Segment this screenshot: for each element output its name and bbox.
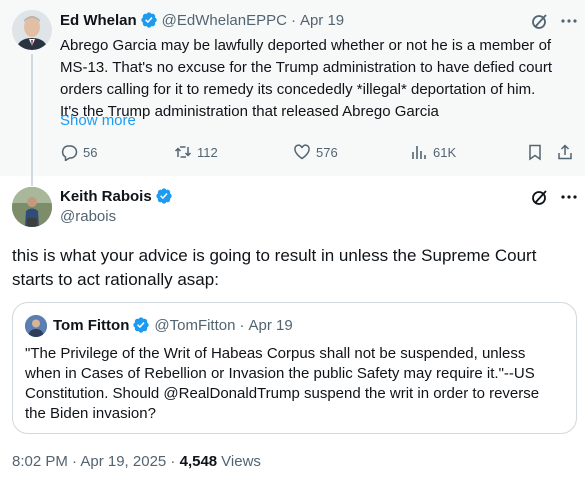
author-handle[interactable]: @EdWhelanEPPC — [162, 12, 287, 29]
like-icon — [294, 144, 310, 160]
verified-badge-icon — [132, 316, 150, 334]
reply-button[interactable]: 56 — [60, 143, 97, 161]
author-name[interactable]: Ed Whelan — [60, 12, 137, 29]
author-name[interactable]: Keith Rabois — [60, 188, 152, 205]
tweet-header: Keith Rabois — [60, 187, 173, 205]
tweet-text-line: the Biden invasion? — [25, 405, 156, 422]
repost-button[interactable]: 112 — [174, 143, 218, 161]
share-button[interactable] — [556, 143, 579, 161]
bookmark-button[interactable] — [526, 143, 549, 161]
verified-badge-icon — [155, 187, 173, 205]
timestamp[interactable]: 8:02 PM · Apr 19, 2025 · — [12, 453, 175, 470]
quoted-tweet-header: Tom Fitton @TomFitton · Apr 19 — [53, 316, 293, 334]
reply-icon — [61, 145, 78, 161]
tweet-text: Abrego Garcia may be lawfully deported w… — [60, 35, 580, 123]
tweet-text-line: It's the Trump administration that relea… — [60, 103, 439, 120]
show-more-link[interactable]: Show more — [60, 112, 136, 129]
separator-dot: · — [239, 316, 245, 334]
views-icon — [412, 146, 426, 159]
repost-count: 112 — [197, 144, 218, 160]
author-handle[interactable]: @rabois — [60, 208, 116, 225]
tweet-text-line: "The Privilege of the Writ of Habeas Cor… — [25, 345, 526, 362]
reply-count: 56 — [83, 144, 98, 160]
tweet-text-line: starts to act rationally asap: — [12, 270, 219, 289]
tweet-text-line: this is what your advice is going to res… — [12, 246, 537, 265]
tweet-text-line: orders calling for it to remedy its conc… — [60, 81, 536, 98]
author-name: Tom Fitton — [53, 316, 130, 334]
separator-dot: · — [290, 11, 296, 29]
verified-badge-icon — [140, 11, 158, 29]
tweet-text-line: when in Cases of Rebellion or Invasion t… — [25, 365, 535, 382]
tweet-metadata: 8:02 PM · Apr 19, 2025 · 4,548 Views — [12, 453, 261, 470]
grok-icon[interactable] — [530, 11, 550, 31]
quoted-tweet[interactable]: Tom Fitton @TomFitton · Apr 19 "The Priv… — [12, 302, 577, 434]
views-label: Views — [221, 453, 261, 470]
like-count: 576 — [316, 144, 338, 160]
tweet-text-line: Abrego Garcia may be lawfully deported w… — [60, 37, 552, 54]
tweet-date[interactable]: Apr 19 — [300, 12, 344, 29]
author-handle: @TomFitton — [154, 316, 236, 334]
avatar[interactable] — [12, 10, 52, 50]
tweet-text-line: MS-13. That's no excuse for the Trump ad… — [60, 59, 553, 76]
tweet-date: Apr 19 — [248, 316, 293, 334]
more-icon[interactable] — [559, 11, 579, 31]
thread-connector-line — [31, 54, 33, 186]
grok-icon[interactable] — [530, 187, 550, 207]
tweet-text-line: Constitution. Should @RealDonaldTrump su… — [25, 385, 540, 402]
views-button[interactable]: 61K — [410, 143, 456, 161]
views-count: 61K — [433, 144, 457, 160]
views-count: 4,548 — [179, 453, 218, 470]
avatar[interactable] — [12, 187, 52, 227]
more-icon[interactable] — [559, 187, 579, 207]
quoted-tweet-text: "The Privilege of the Writ of Habeas Cor… — [25, 344, 565, 424]
bookmark-icon — [529, 144, 541, 161]
parent-tweet[interactable]: Ed Whelan @EdWhelanEPPC · Apr 19 Abrego … — [0, 0, 585, 186]
repost-icon — [174, 146, 192, 158]
tweet-header: Ed Whelan @EdWhelanEPPC · Apr 19 — [60, 10, 344, 30]
tweet-text: this is what your advice is going to res… — [12, 244, 577, 292]
tweet-actions: 56 112 576 61K — [60, 143, 580, 165]
share-icon — [558, 144, 572, 160]
like-button[interactable]: 576 — [293, 143, 338, 161]
avatar — [25, 315, 47, 337]
